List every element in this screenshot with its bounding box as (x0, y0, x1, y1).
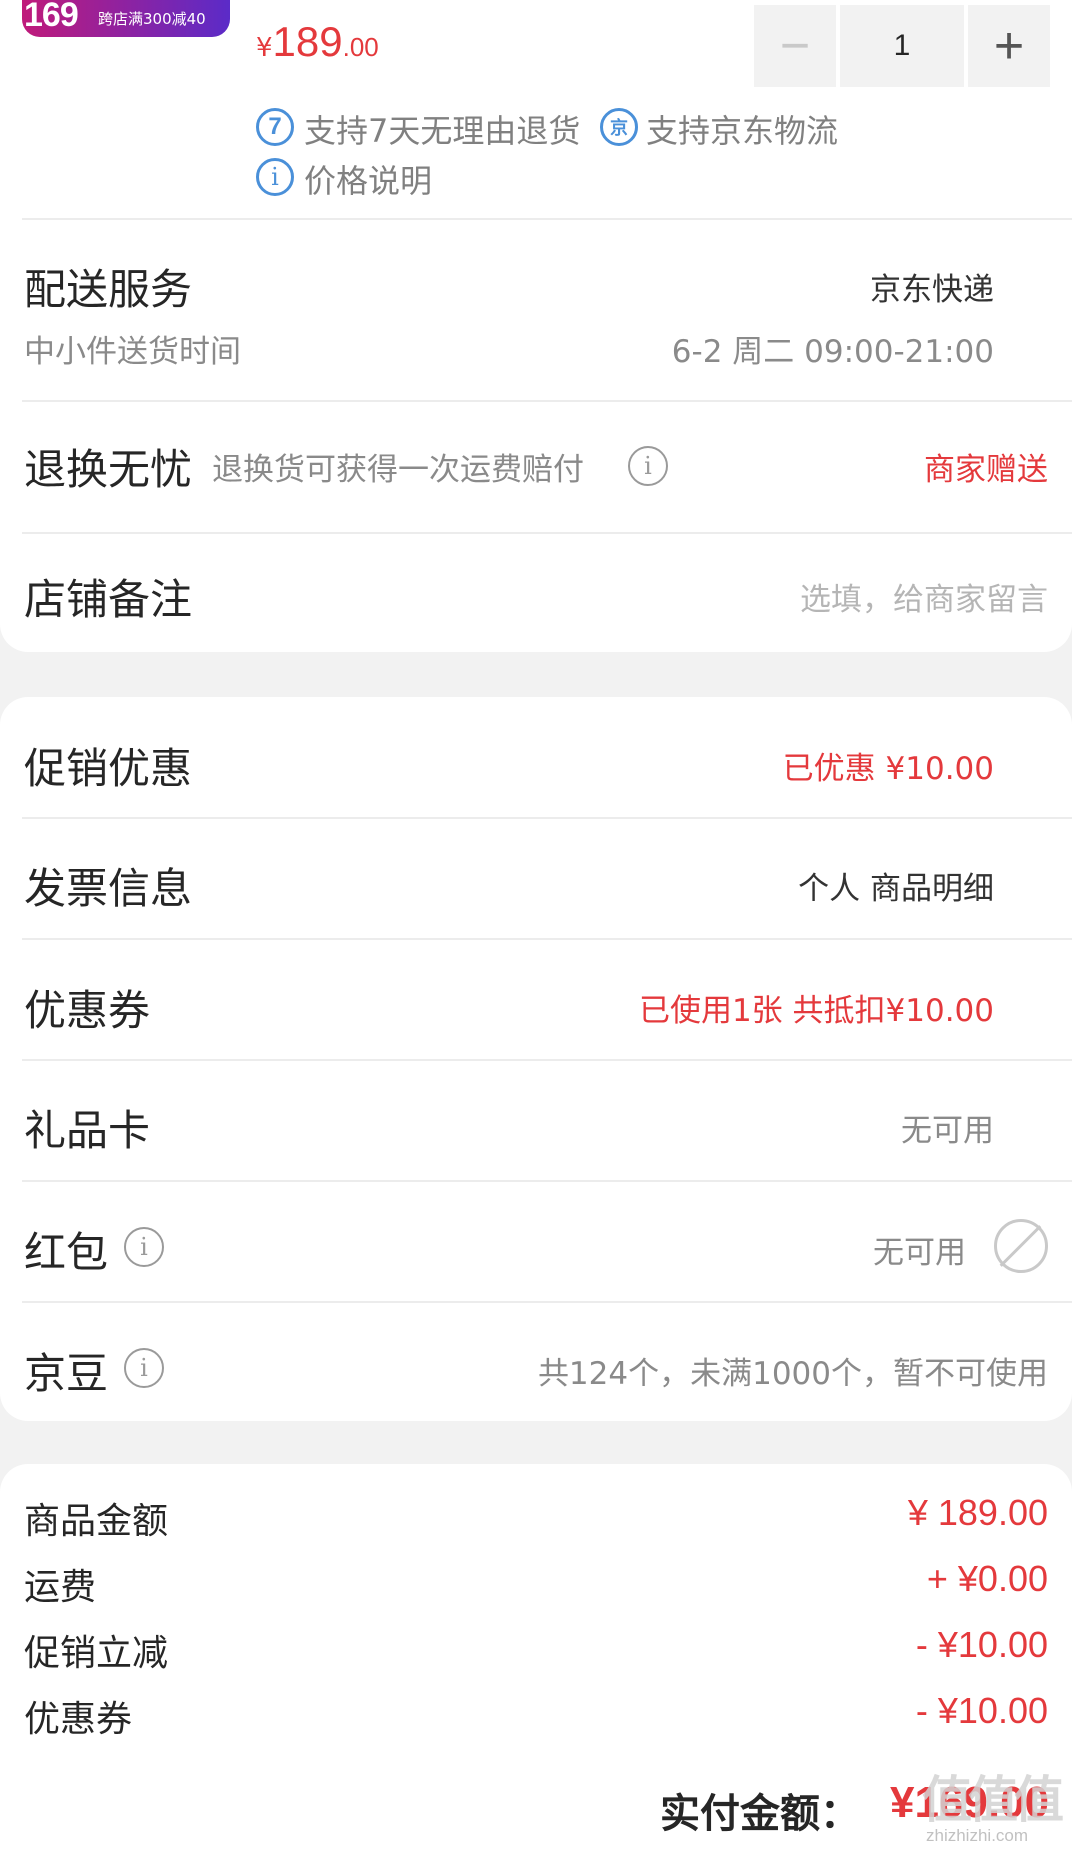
disabled-toggle-icon[interactable] (994, 1219, 1048, 1273)
delivery-service-title: 配送服务 (24, 265, 193, 314)
red-packet-row-label: 红包 (24, 1228, 109, 1277)
info-icon[interactable]: i (124, 1348, 164, 1388)
goods-amount-value: ¥ 189.00 (907, 1492, 1048, 1533)
divider (22, 1301, 1072, 1303)
seven-day-return-tag: 支持7天无理由退货 (304, 112, 581, 150)
product-thumbnail[interactable]: 169 跨店满300减40 (22, 0, 230, 37)
price-integer: 189 (272, 18, 343, 65)
site-watermark: 值值值 zhizhizhi.com (922, 1760, 1070, 1848)
promo-badge-text: 跨店满300减40 (98, 10, 206, 28)
divider (22, 1059, 1072, 1061)
info-icon[interactable]: i (124, 1227, 164, 1267)
delivery-time-label: 中小件送货时间 (24, 334, 241, 370)
return-guarantee-value: 商家赠送 (924, 452, 1048, 488)
store-note-title: 店铺备注 (24, 575, 193, 624)
goods-amount-label: 商品金额 (24, 1501, 169, 1542)
promo-badge-number: 169 (24, 0, 79, 34)
jd-logistics-tag: 支持京东物流 (646, 112, 839, 150)
info-icon[interactable]: i (628, 446, 668, 486)
coupon-discount-label: 优惠券 (24, 1699, 133, 1740)
divider (22, 400, 1072, 402)
coupon-row-value[interactable]: 已使用1张 共抵扣¥10.00 (639, 985, 994, 1030)
total-payment-label: 实付金额： (660, 1791, 860, 1837)
shipping-fee-value: + ¥0.00 (926, 1558, 1048, 1599)
invoice-row-value[interactable]: 个人 商品明细 (798, 863, 994, 908)
promotion-discount-label: 促销立减 (24, 1633, 169, 1674)
divider (22, 1180, 1072, 1182)
promo-badge: 169 跨店满300减40 (22, 0, 230, 37)
store-note-input[interactable]: 选填，给商家留言 (800, 574, 1048, 619)
info-icon[interactable]: i (256, 158, 294, 196)
order-item-card: 169 跨店满300减40 ¥189.00 − 1 + 7 支持7天无理由退货 … (0, 0, 1072, 652)
price-decimal: .00 (342, 32, 379, 62)
gift-card-row-label: 礼品卡 (24, 1106, 151, 1155)
watermark-url: zhizhizhi.com (926, 1826, 1029, 1845)
price-currency: ¥ (256, 33, 273, 63)
watermark-logo: 值值值 (922, 1771, 1064, 1829)
promotion-row-value[interactable]: 已优惠 ¥10.00 (783, 743, 994, 788)
invoice-row-label: 发票信息 (24, 864, 193, 913)
increase-quantity-button[interactable]: + (968, 5, 1050, 87)
quantity-stepper: − 1 + (754, 5, 1050, 87)
return-guarantee-title: 退换无忧 (24, 445, 193, 494)
product-price: ¥189.00 (256, 18, 379, 66)
jd-beans-row-value: 共124个，未满1000个，暂不可使用 (537, 1356, 1048, 1392)
shipping-fee-label: 运费 (24, 1567, 97, 1608)
delivery-service-value: 京东快递 (870, 272, 994, 308)
coupon-row-label: 优惠券 (24, 986, 151, 1035)
delivery-time-value: 6-2 周二 09:00-21:00 (671, 334, 994, 370)
price-explanation-link[interactable]: 价格说明 (304, 156, 432, 202)
gift-card-row-value[interactable]: 无可用 (901, 1105, 994, 1150)
decrease-quantity-button[interactable]: − (754, 5, 836, 87)
seven-day-return-icon: 7 (256, 108, 294, 146)
divider (22, 817, 1072, 819)
quantity-input[interactable]: 1 (840, 5, 964, 87)
divider (22, 938, 1072, 940)
jd-logistics-icon: 京 (600, 108, 638, 146)
order-options-card: 促销优惠 已优惠 ¥10.00 发票信息 个人 商品明细 优惠券 已使用1张 共… (0, 697, 1072, 1421)
divider (22, 532, 1072, 534)
red-packet-row-value: 无可用 (873, 1235, 966, 1271)
divider (22, 218, 1072, 220)
jd-beans-row-label: 京豆 (24, 1349, 109, 1398)
promotion-row-label: 促销优惠 (24, 744, 193, 793)
promotion-discount-value: - ¥10.00 (915, 1624, 1048, 1665)
return-guarantee-desc: 退换货可获得一次运费赔付 (212, 452, 584, 488)
coupon-discount-value: - ¥10.00 (915, 1690, 1048, 1731)
